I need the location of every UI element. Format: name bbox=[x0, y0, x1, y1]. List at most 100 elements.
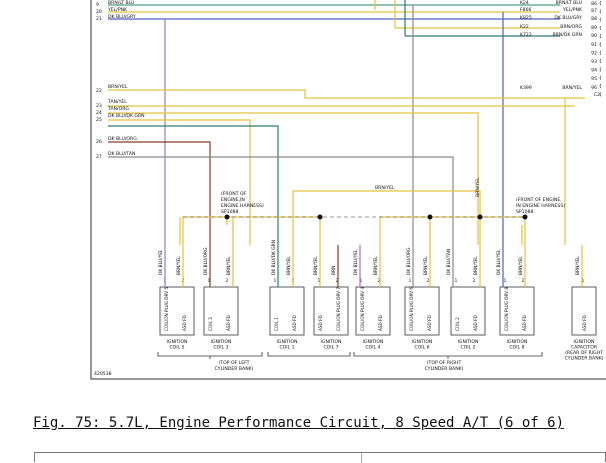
brn-yel-vertical-label: BRN/YEL bbox=[475, 177, 481, 197]
coil-pin-number: 2 bbox=[226, 278, 229, 283]
splice-right-line2: IN ENGINE HARNESS) bbox=[516, 203, 565, 209]
row-number: 23 bbox=[96, 103, 102, 109]
wiring-diagram: 9 BRN/LT BLU20 YEL/PNK21 DK BLU/GRY22BRN/YE… bbox=[90, 0, 606, 380]
connector-bracket bbox=[599, 42, 602, 47]
coil-pin-label: ASD FD bbox=[292, 315, 297, 331]
wire-color-label: BRN/YEL bbox=[575, 256, 581, 275]
row-wire-label: TAN/ORG bbox=[107, 106, 129, 112]
right-circuit-code: F866 bbox=[520, 7, 531, 13]
next-table-edge bbox=[34, 452, 606, 463]
wire-color-label: DK BLU/YEL bbox=[496, 249, 502, 275]
wire-color-label: BRN/YEL bbox=[226, 256, 232, 275]
wire-color-label: DK BLU/YEL bbox=[158, 249, 164, 275]
wire-color-label: DK BLU/YEL bbox=[353, 249, 359, 275]
coil-pin-label: ASD FD bbox=[318, 315, 323, 331]
coil-pin-label: COIL/ON PLUG DRV 6 bbox=[409, 287, 414, 331]
coil-name: COIL 6 bbox=[414, 345, 429, 351]
coil-name: CYLINDER BANK) bbox=[565, 356, 604, 362]
bank-left-line1: (TOP OF LEFT bbox=[219, 360, 250, 366]
connector-bracket bbox=[599, 33, 602, 39]
coil-pin-number: 2 bbox=[473, 278, 476, 283]
splice-dot-left bbox=[224, 214, 230, 220]
coil-pin-label: ASD FD bbox=[226, 315, 231, 331]
coil-components: COIL/ON PLUG DRV 51ASD FD2IGNITIONCOIL 5… bbox=[159, 278, 604, 362]
row-wire-label: YEL/PNK bbox=[107, 7, 128, 13]
right-circuit-code: K722 bbox=[520, 32, 532, 38]
connector-bracket bbox=[599, 58, 602, 64]
wire-color-label: BRN/YEL bbox=[313, 256, 319, 275]
table-divider bbox=[361, 453, 362, 463]
row-number: 21 bbox=[96, 16, 102, 22]
coil-name: IGNITION bbox=[574, 339, 595, 345]
splice-dot-right bbox=[522, 214, 528, 220]
coil-pin-label: COIL/ON PLUG DRV 7 bbox=[336, 287, 341, 331]
coil-name: COIL 5 bbox=[169, 345, 184, 351]
connector-bracket bbox=[599, 50, 602, 56]
connector-pin: 96 bbox=[591, 85, 597, 91]
connector-pin: 87 bbox=[591, 8, 597, 14]
coil-name: IGNITION bbox=[277, 339, 298, 345]
bank-right-line2: CYLINDER BANK) bbox=[425, 366, 464, 372]
connector-pin: 91 bbox=[591, 42, 597, 48]
row-number: 25 bbox=[96, 117, 102, 123]
row-wire-label: DK BLU/GRY bbox=[108, 14, 136, 20]
connector-pin: 92 bbox=[591, 51, 597, 57]
coil-pin-label: ASD FD bbox=[182, 315, 187, 331]
row-wire-label: DK BLU/ORG bbox=[108, 136, 137, 142]
left-row-labels: 9 BRN/LT BLU 20 YEL/PNK 21 DK BLU/GRY 22 BRN/YE… bbox=[96, 0, 145, 160]
wire-color-label: BRN/YEL bbox=[518, 256, 524, 275]
connector-bracket bbox=[599, 25, 602, 31]
connector-bracket bbox=[599, 9, 602, 14]
wire-color-label: BRN/YEL bbox=[286, 256, 292, 275]
row-wire-label: DK BLU/DK GRN bbox=[108, 113, 145, 119]
splice-left-line2: ENGINE,IN bbox=[221, 197, 245, 203]
coil-pin-number: 1 bbox=[409, 278, 412, 283]
left-bank-brace-b bbox=[267, 352, 351, 357]
row-number: 24 bbox=[96, 110, 102, 116]
splice-left-line3: ENGINE HARNESS) bbox=[221, 203, 264, 209]
coil-pin-label: ASD FD bbox=[522, 315, 527, 331]
wire-color-label: DK BLU/DK GRN bbox=[271, 240, 277, 275]
connector-bracket bbox=[599, 92, 602, 97]
coil-pin-label: COIL 2 bbox=[455, 317, 460, 331]
splice-right-line1: (FRONT OF ENGINE, bbox=[516, 197, 562, 203]
right-wire-label: BRN/YEL bbox=[562, 85, 582, 91]
right-bank-brace bbox=[353, 352, 543, 359]
right-circuit-code: K24 bbox=[520, 0, 529, 6]
coil-pin-label: ASD FD bbox=[378, 315, 383, 331]
bank-left-line2: CYLINDER BANK) bbox=[215, 366, 254, 372]
row-wire-label: DK BLU/TAN bbox=[108, 151, 135, 157]
coil-name: IGNITION bbox=[363, 339, 384, 345]
splice-left-id: SP1088 bbox=[221, 209, 238, 215]
coil-name: COIL 8 bbox=[509, 345, 524, 351]
coil-pin-number: 2 bbox=[522, 278, 525, 283]
row-number: 27 bbox=[96, 154, 102, 160]
coil-pin-number: 2 bbox=[427, 278, 430, 283]
top-wires bbox=[108, 0, 560, 245]
connector-pin: 90 bbox=[591, 33, 597, 39]
coil-name: IGNITION bbox=[167, 339, 188, 345]
coil-pin-label: COIL/ON PLUG DRV 8 bbox=[504, 287, 509, 331]
coil-pin-label: ASD FD bbox=[582, 315, 587, 331]
splice-dot bbox=[477, 214, 483, 220]
wire-color-label: BRN/YEL bbox=[373, 256, 379, 275]
right-wire-label: BRN/DK GRN bbox=[552, 32, 582, 38]
coil-pin-number: 1 bbox=[274, 278, 277, 283]
left-bank-brace bbox=[157, 352, 263, 359]
coil-pin-label: ASD FD bbox=[473, 315, 478, 331]
row-number: 22 bbox=[96, 88, 102, 94]
connector-pin: 94 bbox=[591, 68, 597, 74]
right-circuit-code: K825 bbox=[520, 15, 532, 21]
row-number: 26 bbox=[96, 139, 102, 145]
splice-left-line1: (FRONT OF bbox=[221, 191, 247, 197]
wire-color-label: BRN bbox=[331, 266, 337, 275]
connector-bracket bbox=[599, 75, 602, 80]
coil-name: COIL 1 bbox=[279, 345, 294, 351]
brn-yel-top-label: BRN/YEL bbox=[375, 185, 395, 191]
coil-name: COIL 3 bbox=[213, 345, 228, 351]
splice-dot bbox=[427, 214, 433, 220]
connector-pin: 89 bbox=[591, 25, 597, 31]
connector-bracket bbox=[599, 83, 602, 89]
coil-pin-label: COIL/ON PLUG DRV 5 bbox=[164, 287, 169, 331]
coil-name: COIL 4 bbox=[365, 345, 380, 351]
